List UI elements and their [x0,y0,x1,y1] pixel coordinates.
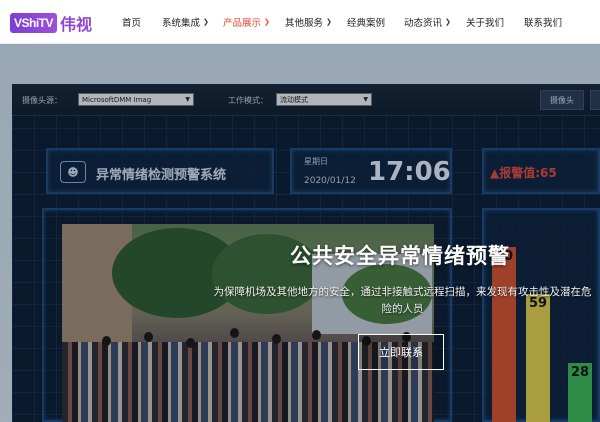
logo-cn: 伟视 [60,15,93,34]
nav-label: 首页 [122,18,142,29]
nav-item-contact[interactable]: 联系我们 [524,15,562,29]
nav-item-products[interactable]: 产品展示 ❯ [223,15,270,29]
top-navigation: VShiTV 伟视 首页 系统集成 ❯ 产品展示 ❯ 其他服务 ❯ 经典案例 动态资讯… [0,0,600,44]
hero-dim-overlay [0,0,600,422]
nav-label: 经典案例 [347,18,386,29]
nav-item-other-services[interactable]: 其他服务 ❯ [285,15,332,29]
contact-now-button[interactable]: 立即联系 [358,334,444,370]
chevron-down-icon: ❯ [445,18,451,26]
nav-label: 产品展示 [223,18,262,29]
nav-label: 其他服务 [285,18,324,29]
nav-label: 动态资讯 [404,18,443,29]
chevron-down-icon: ❯ [203,18,209,26]
brand-logo[interactable]: VShiTV 伟视 [10,11,92,35]
nav-label: 联系我们 [524,18,563,29]
nav-label: 关于我们 [466,18,505,29]
chevron-down-icon: ❯ [326,18,332,26]
chevron-down-icon: ❯ [264,18,270,26]
nav-item-about[interactable]: 关于我们 [466,15,504,29]
nav-item-home[interactable]: 首页 [122,15,141,29]
nav-item-system-integration[interactable]: 系统集成 ❯ [162,15,209,29]
nav-label: 系统集成 [162,18,201,29]
hero-title: 公共安全异常情绪预警 [290,244,510,268]
logo-en: VShiTV [10,13,58,33]
hero-subtitle: 为保障机场及其他地方的安全，通过非接触式远程扫描，来发现有攻击性及潜在危险的人员 [213,286,592,315]
nav-item-news[interactable]: 动态资讯 ❯ [404,15,451,29]
nav-item-cases[interactable]: 经典案例 [347,15,385,29]
